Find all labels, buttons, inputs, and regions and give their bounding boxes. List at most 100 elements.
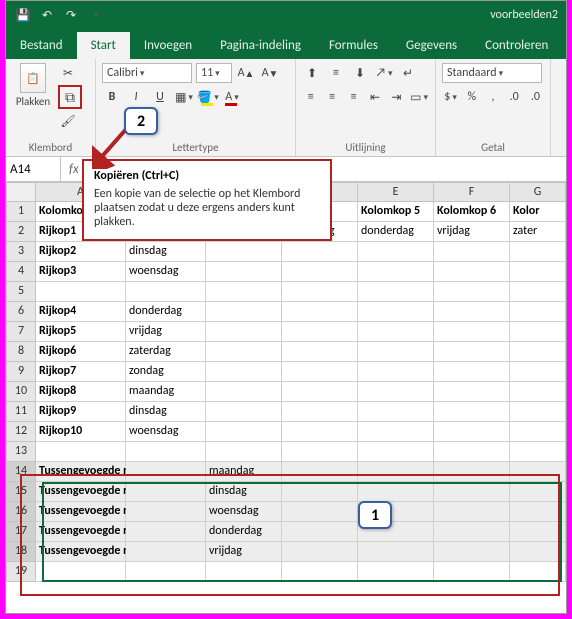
cell[interactable] xyxy=(434,542,510,562)
cell[interactable] xyxy=(510,502,566,522)
cell[interactable] xyxy=(282,442,358,462)
cell[interactable]: Tussengevoegde rij1 xyxy=(36,462,126,482)
grid-row[interactable]: 8Rijkop6zaterdag xyxy=(6,342,566,362)
cell[interactable]: dinsdag xyxy=(206,482,282,502)
align-middle-icon[interactable]: ≡ xyxy=(326,63,346,83)
decrease-font-icon[interactable]: A▼ xyxy=(260,63,280,83)
cell[interactable]: zater xyxy=(510,222,566,242)
cell[interactable] xyxy=(126,562,206,582)
cell[interactable] xyxy=(434,322,510,342)
decrease-indent-icon[interactable]: ⇤ xyxy=(366,87,383,107)
cell[interactable] xyxy=(434,442,510,462)
cell[interactable] xyxy=(358,482,434,502)
grid-row[interactable]: 5 xyxy=(6,282,566,302)
redo-icon[interactable]: ↷ xyxy=(62,6,80,24)
tab-invoegen[interactable]: Invoegen xyxy=(130,32,206,59)
grid-row[interactable]: 4Rijkop3woensdag xyxy=(6,262,566,282)
cell[interactable] xyxy=(510,482,566,502)
cell[interactable] xyxy=(510,242,566,262)
grid-row[interactable]: 16Tussengevoegde rij3woensdag xyxy=(6,502,566,522)
cell[interactable]: donderdag xyxy=(206,522,282,542)
cell[interactable]: vrijdag xyxy=(434,222,510,242)
number-format-combo[interactable]: Standaard xyxy=(442,63,542,83)
cell[interactable] xyxy=(510,442,566,462)
grid-row[interactable]: 13 xyxy=(6,442,566,462)
cell[interactable] xyxy=(510,562,566,582)
font-name-combo[interactable]: Calibri xyxy=(102,63,192,83)
cell[interactable] xyxy=(510,542,566,562)
cell[interactable] xyxy=(282,462,358,482)
undo-icon[interactable]: ↶ xyxy=(38,6,56,24)
cell[interactable] xyxy=(126,542,206,562)
cell[interactable]: Rijkop5 xyxy=(36,322,126,342)
cell[interactable] xyxy=(282,282,358,302)
align-bottom-icon[interactable]: ⬇ xyxy=(350,63,370,83)
grid-row[interactable]: 18Tussengevoegde rij5vrijdag xyxy=(6,542,566,562)
cell[interactable] xyxy=(510,522,566,542)
increase-indent-icon[interactable]: ⇥ xyxy=(388,87,405,107)
cell[interactable]: Kolomkop 5 xyxy=(358,202,434,222)
grid-row[interactable]: 6Rijkop4donderdag xyxy=(6,302,566,322)
cell[interactable]: Rijkop6 xyxy=(36,342,126,362)
cell[interactable] xyxy=(126,502,206,522)
qat-dropdown-icon[interactable] xyxy=(86,6,104,24)
cell[interactable] xyxy=(282,522,358,542)
cell[interactable] xyxy=(282,322,358,342)
cell[interactable] xyxy=(510,362,566,382)
row-header[interactable]: 16 xyxy=(6,502,36,522)
cell[interactable] xyxy=(206,242,282,262)
cell[interactable] xyxy=(434,262,510,282)
wrap-text-icon[interactable]: ↵ xyxy=(398,63,418,83)
cell[interactable] xyxy=(434,522,510,542)
cell[interactable] xyxy=(434,282,510,302)
cell[interactable] xyxy=(358,442,434,462)
cell[interactable]: Rijkop8 xyxy=(36,382,126,402)
row-header[interactable]: 8 xyxy=(6,342,36,362)
cell[interactable]: donderdag xyxy=(358,222,434,242)
col-header-E[interactable]: E xyxy=(358,182,434,202)
font-color-icon[interactable]: A xyxy=(222,87,242,107)
cell[interactable] xyxy=(206,262,282,282)
cell[interactable] xyxy=(434,242,510,262)
align-top-icon[interactable]: ⬆ xyxy=(302,63,322,83)
tab-controleren[interactable]: Controleren xyxy=(471,32,562,59)
increase-font-icon[interactable]: A▲ xyxy=(236,63,256,83)
cell[interactable] xyxy=(358,402,434,422)
cell[interactable] xyxy=(358,382,434,402)
cell[interactable] xyxy=(358,422,434,442)
row-header[interactable]: 19 xyxy=(6,562,36,582)
cell[interactable] xyxy=(36,442,126,462)
col-header-G[interactable]: G xyxy=(510,182,566,202)
row-header[interactable]: 7 xyxy=(6,322,36,342)
tab-pagina-indeling[interactable]: Pagina-indeling xyxy=(206,32,315,59)
row-header[interactable]: 4 xyxy=(6,262,36,282)
cell[interactable]: dinsdag xyxy=(126,402,206,422)
cell[interactable] xyxy=(358,282,434,302)
cell[interactable] xyxy=(434,382,510,402)
comma-icon[interactable]: , xyxy=(484,87,501,107)
cell[interactable] xyxy=(358,542,434,562)
cell[interactable] xyxy=(282,542,358,562)
cell[interactable] xyxy=(206,402,282,422)
cell[interactable] xyxy=(434,462,510,482)
cell[interactable] xyxy=(36,562,126,582)
row-header[interactable]: 3 xyxy=(6,242,36,262)
tab-gegevens[interactable]: Gegevens xyxy=(392,32,471,59)
cell[interactable] xyxy=(510,462,566,482)
cell[interactable] xyxy=(206,382,282,402)
cell[interactable] xyxy=(358,262,434,282)
tab-start[interactable]: Start xyxy=(77,32,130,59)
name-box[interactable]: A14 xyxy=(6,157,61,181)
merge-icon[interactable]: ▭ xyxy=(409,87,429,107)
increase-decimal-icon[interactable]: .0 xyxy=(506,87,523,107)
cell[interactable] xyxy=(126,482,206,502)
row-header[interactable]: 9 xyxy=(6,362,36,382)
underline-icon[interactable]: U xyxy=(150,87,170,107)
cell[interactable] xyxy=(282,242,358,262)
format-painter-icon[interactable]: 🖌 xyxy=(58,111,78,131)
worksheet-grid[interactable]: A B C D E F G 1Kolomkop 1kop 4Kolomkop 5… xyxy=(6,182,566,582)
align-center-icon[interactable]: ≡ xyxy=(323,87,340,107)
grid-row[interactable]: 3Rijkop2dinsdag xyxy=(6,242,566,262)
cut-icon[interactable]: ✂ xyxy=(58,63,78,83)
cell[interactable] xyxy=(36,282,126,302)
